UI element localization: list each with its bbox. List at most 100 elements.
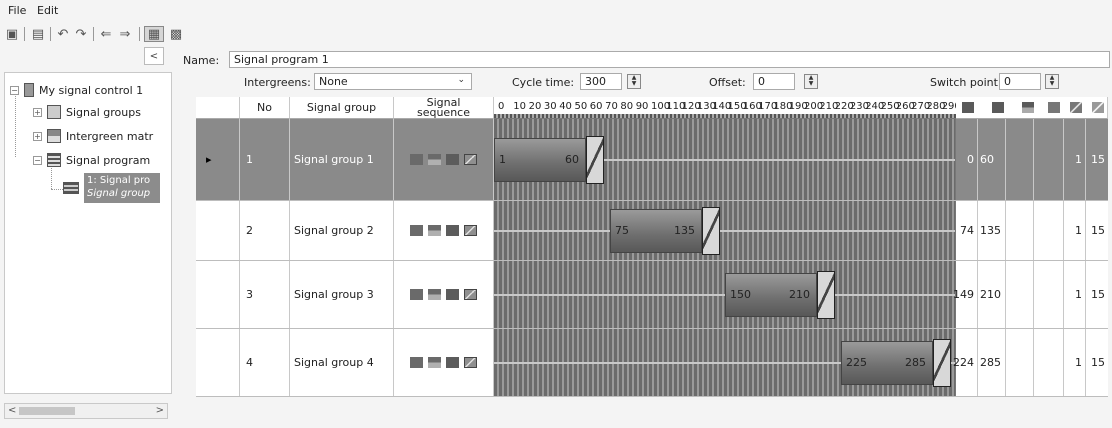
cell-col-f[interactable]: 15 [1086, 119, 1108, 200]
cycle-time-stepper[interactable]: ▲ ▼ [627, 74, 641, 89]
view-toggle-icon[interactable]: ▦ [144, 26, 164, 42]
offset-input[interactable]: 0 [753, 73, 795, 90]
expand-icon[interactable]: + [33, 131, 42, 141]
cell-signal-sequence[interactable] [394, 261, 494, 328]
undo-icon[interactable]: ↶ [55, 26, 71, 42]
cell-no[interactable]: 3 [240, 261, 290, 328]
scroll-thumb[interactable] [19, 407, 75, 415]
tree-root[interactable]: − My signal control 1 [10, 80, 143, 100]
tree-item-signal-groups[interactable]: + Signal groups [33, 102, 141, 122]
cell-col-f[interactable]: 15 [1086, 261, 1108, 328]
redo-icon[interactable]: ↷ [73, 26, 89, 42]
cell-no[interactable]: 2 [240, 201, 290, 260]
column-header-no[interactable]: No [240, 97, 290, 119]
tree-horizontal-scrollbar[interactable]: < > [4, 403, 168, 419]
expand-icon[interactable]: + [33, 107, 42, 117]
cell-green-end[interactable]: 60 [978, 119, 1006, 200]
tree-item-intergreen-matrix[interactable]: + Intergreen matr [33, 126, 153, 146]
timeline-lane[interactable]: 150 210 [494, 261, 956, 328]
offset-stepper[interactable]: ▲ ▼ [804, 74, 818, 89]
red-amber-phase-icon [428, 289, 441, 300]
timeline-tick-label: 90 [635, 101, 649, 112]
table-row[interactable]: ▸ 1 Signal group 1 1 60 0 60 1 15 [196, 119, 1108, 201]
save-icon[interactable]: ▤ [30, 26, 46, 42]
timeline-lane[interactable]: 1 60 [494, 119, 956, 200]
cell-col-e[interactable]: 1 [1064, 261, 1086, 328]
cell-col-f[interactable]: 15 [1086, 329, 1108, 396]
switch-point-input[interactable]: 0 [999, 73, 1041, 90]
red-phase-icon [410, 289, 423, 300]
cell-signal-group[interactable]: Signal group 1 [290, 119, 394, 200]
open-icon[interactable]: ▣ [4, 26, 20, 42]
cell-empty-1[interactable] [1006, 119, 1034, 200]
timeline-ruler: 0 10 20 30 40 50 60 70 80 90 100 110 120 130 140 150 160… [494, 97, 956, 119]
amber-time-marker[interactable] [586, 136, 604, 184]
cell-no[interactable]: 4 [240, 329, 290, 396]
cell-signal-sequence[interactable] [394, 201, 494, 260]
row-header[interactable]: ▸ [196, 119, 240, 200]
cell-col-e[interactable]: 1 [1064, 201, 1086, 260]
red-amber-phase-icon [428, 154, 441, 165]
cell-empty-2[interactable] [1034, 261, 1064, 328]
cell-signal-sequence[interactable] [394, 119, 494, 200]
tree-item-signal-program[interactable]: − Signal program [33, 150, 150, 170]
collapse-panel-button[interactable]: < [144, 47, 164, 65]
name-field[interactable]: Signal program 1 [229, 51, 1110, 68]
back-arrow-icon[interactable]: ⇐ [98, 26, 114, 42]
amber-phase-icon [464, 154, 477, 165]
intergreens-select[interactable]: None ⌄ [314, 73, 472, 90]
cell-green-end[interactable]: 285 [978, 329, 1006, 396]
cycle-time-input[interactable]: 300 [580, 73, 622, 90]
cell-col-e[interactable]: 1 [1064, 329, 1086, 396]
scroll-right-arrow[interactable]: > [156, 405, 164, 416]
cell-green-start[interactable]: 0 [956, 119, 978, 200]
cell-no[interactable]: 1 [240, 119, 290, 200]
cell-empty-1[interactable] [1006, 201, 1034, 260]
cell-green-start[interactable]: 149 [953, 261, 978, 328]
cell-green-end[interactable]: 210 [978, 261, 1006, 328]
green-phase-icon [446, 289, 459, 300]
green-time-bar[interactable]: 225 285 [841, 341, 933, 385]
cell-empty-2[interactable] [1034, 119, 1064, 200]
table-row[interactable]: 4 Signal group 4 225 285 224 285 1 15 [196, 329, 1108, 397]
green-time-bar[interactable]: 75 135 [610, 209, 702, 253]
timeline-lane[interactable]: 75 135 [494, 201, 956, 260]
row-header[interactable] [196, 261, 240, 328]
menu-edit[interactable]: Edit [37, 4, 58, 17]
timeline-lane[interactable]: 225 285 [494, 329, 956, 396]
green-time-bar[interactable]: 150 210 [725, 273, 817, 317]
column-header-signal-group[interactable]: Signal group [290, 97, 394, 119]
cell-col-f[interactable]: 15 [1086, 201, 1108, 260]
collapse-icon[interactable]: − [10, 85, 19, 95]
table-row[interactable]: 2 Signal group 2 75 135 74 135 1 15 [196, 201, 1108, 261]
amber-time-marker[interactable] [702, 207, 720, 255]
column-header-signal-sequence[interactable]: Signal sequence [394, 97, 494, 119]
red-phase-icon [410, 357, 423, 368]
cell-signal-group[interactable]: Signal group 2 [290, 201, 394, 260]
row-header[interactable] [196, 201, 240, 260]
menu-file[interactable]: File [8, 4, 26, 17]
cell-signal-group[interactable]: Signal group 3 [290, 261, 394, 328]
scroll-left-arrow[interactable]: < [8, 405, 16, 416]
view-alt-icon[interactable]: ▩ [166, 26, 186, 42]
row-header[interactable] [196, 329, 240, 396]
cell-green-start[interactable]: 74 [956, 201, 978, 260]
amber-time-marker[interactable] [817, 271, 835, 319]
chevron-down-icon[interactable]: ⌄ [457, 75, 465, 85]
cell-signal-group[interactable]: Signal group 4 [290, 329, 394, 396]
table-row[interactable]: 3 Signal group 3 150 210 149 210 1 15 [196, 261, 1108, 329]
collapse-icon[interactable]: − [33, 155, 42, 165]
cell-green-end[interactable]: 135 [978, 201, 1006, 260]
cell-empty-1[interactable] [1006, 261, 1034, 328]
switch-point-stepper[interactable]: ▲ ▼ [1045, 74, 1059, 89]
cell-empty-1[interactable] [1006, 329, 1034, 396]
forward-arrow-icon[interactable]: ⇒ [117, 26, 133, 42]
cell-empty-2[interactable] [1034, 201, 1064, 260]
amber-time-marker[interactable] [933, 339, 951, 387]
tree-item-selected-program[interactable]: 1: Signal pro Signal group [84, 173, 160, 203]
cell-empty-2[interactable] [1034, 329, 1064, 396]
cell-signal-sequence[interactable] [394, 329, 494, 396]
cell-col-e[interactable]: 1 [1064, 119, 1086, 200]
cell-green-start[interactable]: 224 [953, 329, 978, 396]
green-time-bar[interactable]: 1 60 [494, 138, 586, 182]
